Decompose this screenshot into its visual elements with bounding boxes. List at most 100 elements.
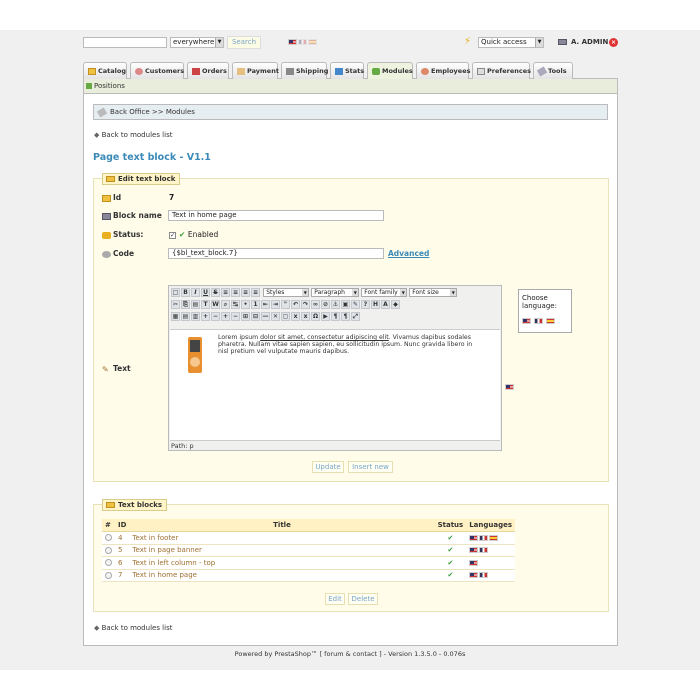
flag-fr-icon[interactable] <box>534 318 544 324</box>
flag-en-icon[interactable] <box>505 384 514 390</box>
font-size-select[interactable]: Font size ▼ <box>409 288 458 297</box>
redo-icon[interactable]: ↷ <box>301 300 310 309</box>
fullscreen-icon[interactable]: ⤢ <box>351 312 360 321</box>
ltr-icon[interactable]: ¶ <box>331 312 340 321</box>
search-button[interactable]: Search <box>227 36 261 49</box>
row-props-icon[interactable]: ▤ <box>181 312 190 321</box>
image-icon[interactable]: ▣ <box>341 300 350 309</box>
update-button[interactable]: Update <box>312 461 344 473</box>
tab-modules[interactable]: Modules <box>367 62 413 80</box>
anchor-icon[interactable]: ⚓ <box>331 300 340 309</box>
tab-catalog[interactable]: Catalog <box>83 62 127 79</box>
cell-props-icon[interactable]: ▥ <box>191 312 200 321</box>
table-row[interactable]: 4 Text in footer ✔ <box>102 531 515 545</box>
format-select[interactable]: Paragraph ▼ <box>311 288 360 297</box>
subtab-positions[interactable]: Positions <box>86 82 125 90</box>
html-icon[interactable]: H <box>371 300 380 309</box>
logout-icon[interactable]: × <box>609 38 618 47</box>
table-row[interactable]: 5 Text in page banner ✔ <box>102 544 515 557</box>
back-to-modules-link-top[interactable]: ◆ Back to modules list <box>94 131 172 139</box>
new-document-icon[interactable]: □ <box>171 288 180 297</box>
advanced-link[interactable]: Advanced <box>388 249 429 258</box>
flag-en-icon[interactable] <box>522 318 531 324</box>
search-scope-select[interactable]: everywhere ▼ <box>170 37 224 48</box>
undo-icon[interactable]: ↶ <box>291 300 300 309</box>
numbered-list-icon[interactable]: 1 <box>251 300 260 309</box>
insert-new-button[interactable]: Insert new <box>348 461 393 473</box>
editor-content-area[interactable]: Lorem ipsum dolor sit amet, consectetur … <box>170 329 500 441</box>
row-radio[interactable] <box>105 546 112 554</box>
media-icon[interactable]: ▶ <box>321 312 330 321</box>
copy-icon[interactable]: ⎘ <box>181 300 190 309</box>
row-radio[interactable] <box>105 559 112 567</box>
remove-format-icon[interactable]: ✕ <box>271 312 280 321</box>
paste-icon[interactable]: ▤ <box>191 300 200 309</box>
code-input[interactable]: {$bl_text_block.7} <box>168 248 384 259</box>
replace-icon[interactable]: ↹ <box>231 300 240 309</box>
delete-row-icon[interactable]: − <box>211 312 220 321</box>
tab-stats[interactable]: Stats <box>330 62 364 79</box>
paste-word-icon[interactable]: W <box>211 300 220 309</box>
enabled-checkbox[interactable]: ✓ <box>169 231 176 239</box>
tab-payment[interactable]: Payment <box>232 62 279 79</box>
insert-row-icon[interactable]: + <box>201 312 210 321</box>
tab-employees[interactable]: Employees <box>416 62 470 79</box>
align-center-icon[interactable]: ≡ <box>231 288 240 297</box>
horizontal-rule-icon[interactable]: — <box>261 312 270 321</box>
flag-es-icon[interactable] <box>308 39 317 45</box>
quick-access-select[interactable]: Quick access ▼ <box>478 37 544 48</box>
align-justify-icon[interactable]: ≡ <box>251 288 260 297</box>
strikethrough-icon[interactable]: S <box>211 288 220 297</box>
blockquote-icon[interactable]: " <box>281 300 290 309</box>
row-title[interactable]: Text in footer <box>129 531 435 545</box>
row-title[interactable]: Text in page banner <box>129 544 435 557</box>
background-color-icon[interactable]: ◆ <box>391 300 400 309</box>
row-radio[interactable] <box>105 534 112 542</box>
tab-customers[interactable]: Customers <box>130 62 184 79</box>
align-right-icon[interactable]: ≡ <box>241 288 250 297</box>
subscript-icon[interactable]: x <box>291 312 300 321</box>
unlink-icon[interactable]: ⊘ <box>321 300 330 309</box>
cut-icon[interactable]: ✂ <box>171 300 180 309</box>
font-family-select[interactable]: Font family ▼ <box>361 288 408 297</box>
block-name-input[interactable]: Text in home page <box>168 210 384 221</box>
paste-text-icon[interactable]: T <box>201 300 210 309</box>
row-title[interactable]: Text in home page <box>129 569 435 582</box>
find-icon[interactable]: ⌕ <box>221 300 230 309</box>
flag-en-icon[interactable] <box>288 39 297 45</box>
help-icon[interactable]: ? <box>361 300 370 309</box>
table-row[interactable]: 6 Text in left column - top ✔ <box>102 556 515 570</box>
bold-icon[interactable]: B <box>181 288 190 297</box>
row-radio[interactable] <box>105 571 112 579</box>
editor-text-link[interactable]: dolor sit amet, consectetur adipiscing e… <box>260 334 389 341</box>
tab-tools[interactable]: Tools <box>533 62 573 79</box>
merge-cells-icon[interactable]: ⊟ <box>251 312 260 321</box>
back-to-modules-link-bottom[interactable]: ◆ Back to modules list <box>94 624 172 632</box>
text-color-icon[interactable]: A <box>381 300 390 309</box>
tab-orders[interactable]: Orders <box>187 62 229 79</box>
link-icon[interactable]: ∞ <box>311 300 320 309</box>
rtl-icon[interactable]: ¶ <box>341 312 350 321</box>
row-title[interactable]: Text in left column - top <box>129 556 435 570</box>
table-row[interactable]: 7 Text in home page ✔ <box>102 569 515 582</box>
edit-button[interactable]: Edit <box>325 593 345 605</box>
delete-col-icon[interactable]: − <box>231 312 240 321</box>
visual-aid-icon[interactable]: ▢ <box>281 312 290 321</box>
superscript-icon[interactable]: x <box>301 312 310 321</box>
flag-fr-icon[interactable] <box>298 39 307 45</box>
table-icon[interactable]: ▦ <box>171 312 180 321</box>
align-left-icon[interactable]: ≡ <box>221 288 230 297</box>
insert-col-icon[interactable]: + <box>221 312 230 321</box>
tab-shipping[interactable]: Shipping <box>281 62 328 79</box>
cleanup-icon[interactable]: ✎ <box>351 300 360 309</box>
split-cells-icon[interactable]: ⊞ <box>241 312 250 321</box>
indent-icon[interactable]: ⇥ <box>271 300 280 309</box>
tab-preferences[interactable]: Preferences <box>472 62 531 79</box>
styles-select[interactable]: Styles ▼ <box>263 288 310 297</box>
flag-es-icon[interactable] <box>546 318 556 324</box>
italic-icon[interactable]: I <box>191 288 200 297</box>
search-input[interactable] <box>83 37 167 48</box>
bullet-list-icon[interactable]: • <box>241 300 250 309</box>
underline-icon[interactable]: U <box>201 288 210 297</box>
delete-button[interactable]: Delete <box>348 593 378 605</box>
